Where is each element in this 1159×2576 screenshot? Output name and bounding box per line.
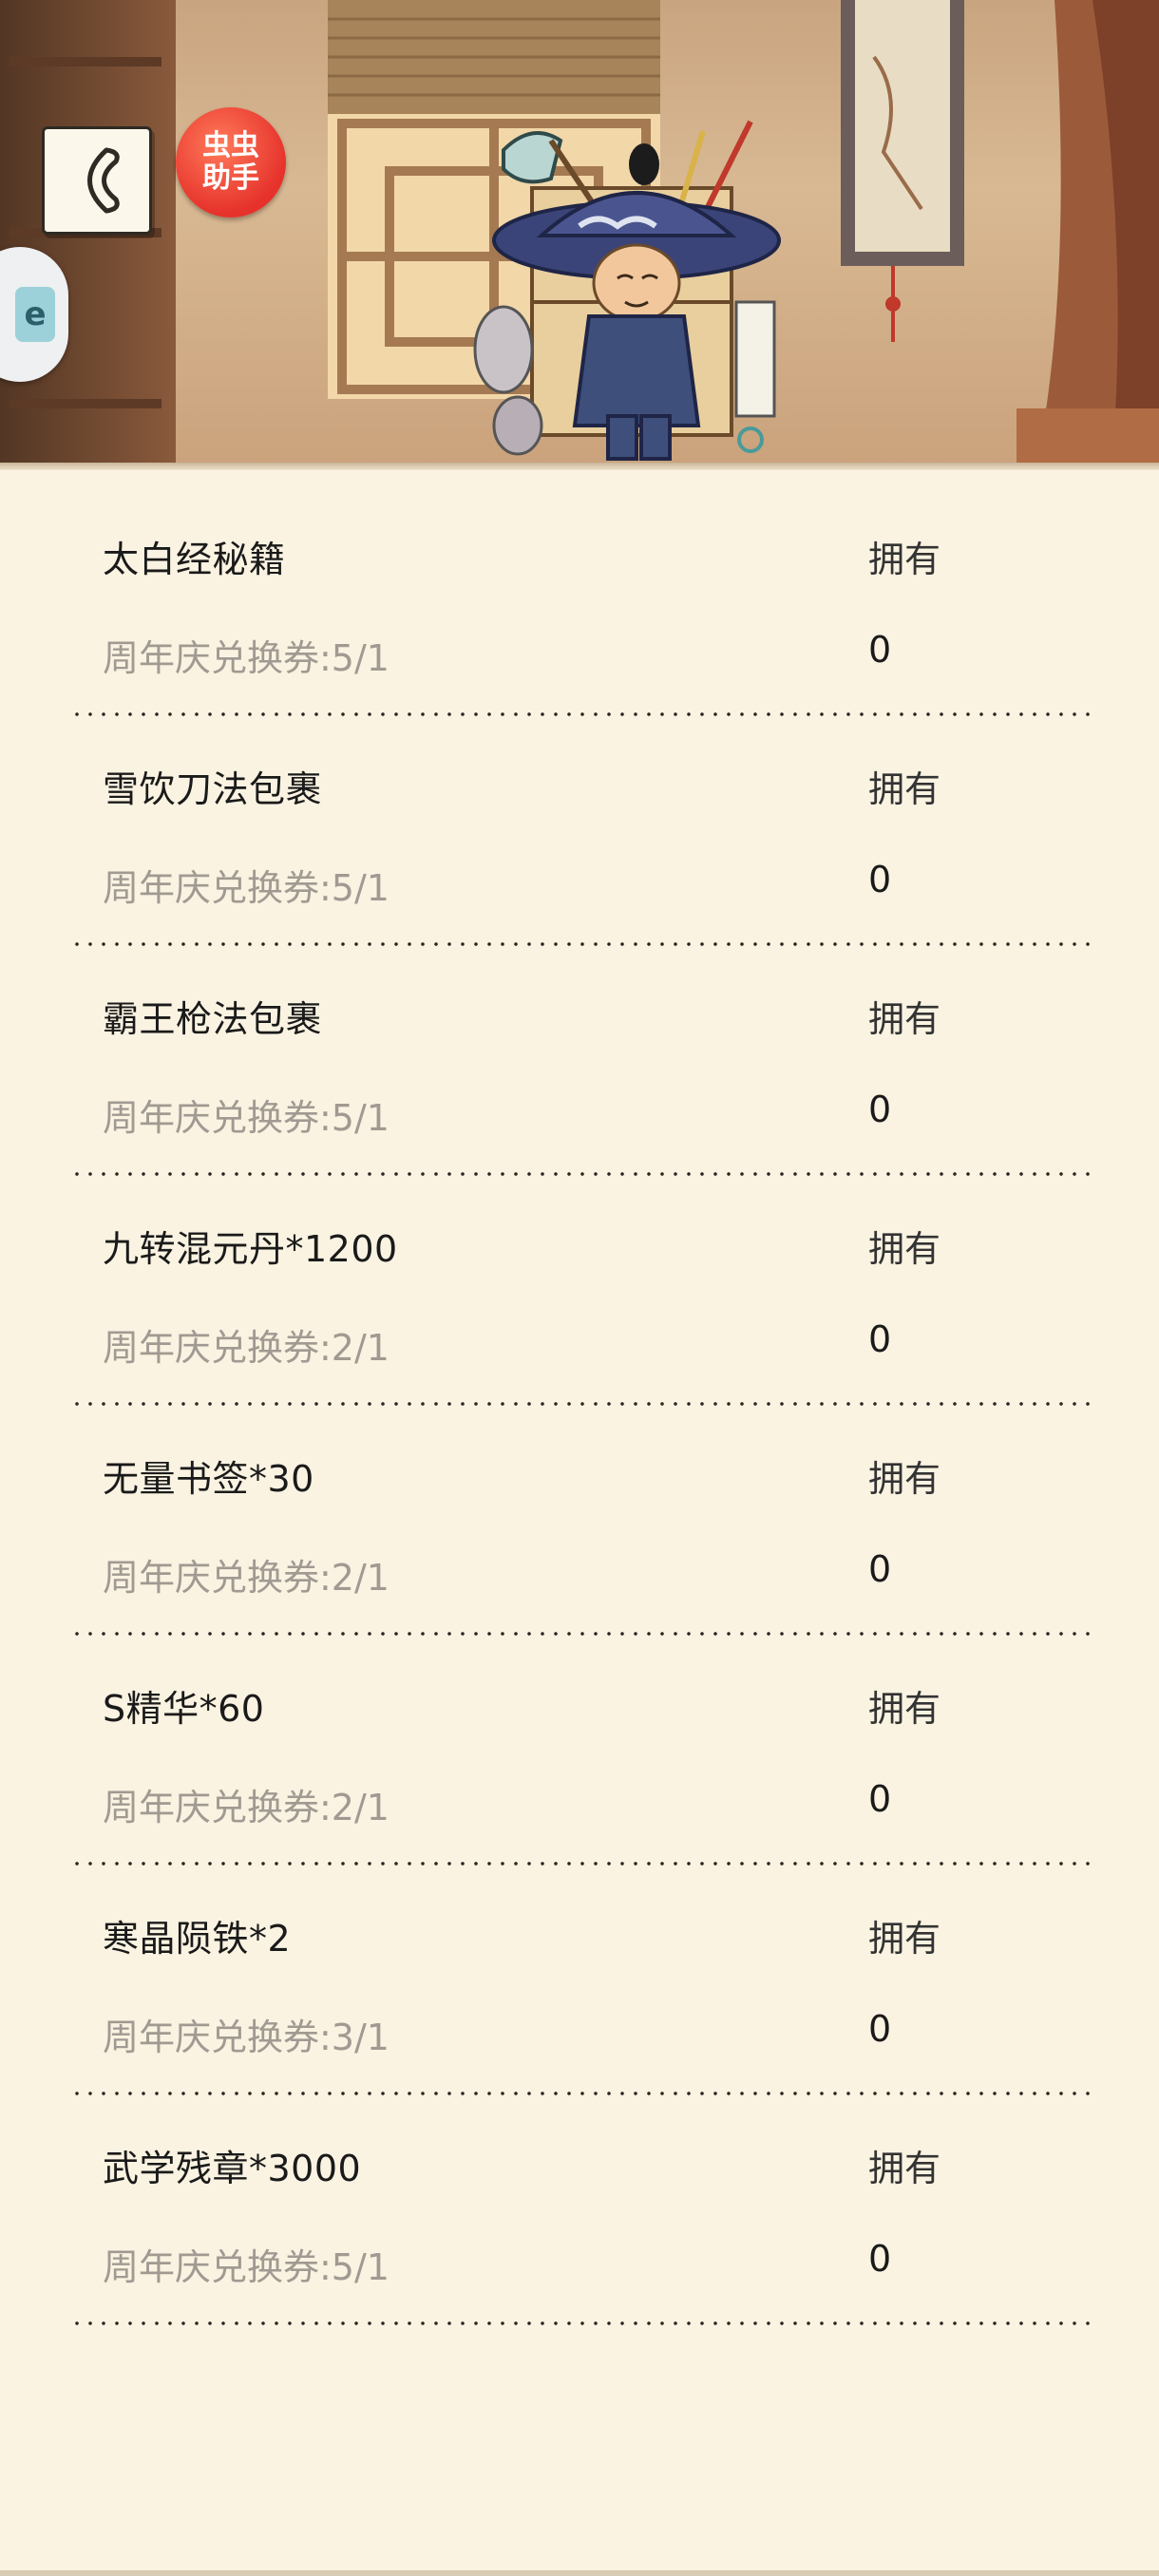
owned-label: 拥有: [868, 1228, 941, 1270]
list-item[interactable]: 武学残章*3000 拥有 周年庆兑换券:5/1 0: [0, 2084, 1159, 2326]
item-name: 武学残章*3000: [103, 2148, 362, 2189]
item-cost: 周年庆兑换券:2/1: [103, 1557, 390, 1599]
item-name: 霸王枪法包裹: [103, 998, 323, 1040]
owned-label: 拥有: [868, 998, 941, 1040]
item-name: 寒晶陨铁*2: [103, 1918, 292, 1960]
item-cost: 周年庆兑换券:2/1: [103, 1787, 390, 1828]
owned-value: 0: [868, 1778, 892, 1820]
side-tab-glyph: e: [15, 287, 55, 342]
list-item[interactable]: 无量书签*30 拥有 周年庆兑换券:2/1 0: [0, 1394, 1159, 1637]
list-item[interactable]: 霸王枪法包裹 拥有 周年庆兑换券:5/1 0: [0, 935, 1159, 1177]
owned-label: 拥有: [868, 1458, 941, 1500]
helper-badge-line-1: 虫虫: [202, 129, 259, 162]
item-cost: 周年庆兑换券:5/1: [103, 867, 390, 909]
item-name: 九转混元丹*1200: [103, 1228, 398, 1270]
item-name: 无量书签*30: [103, 1458, 314, 1500]
item-cost: 周年庆兑换券:2/1: [103, 1327, 390, 1369]
banner-edge: [0, 463, 1159, 470]
item-cost: 周年庆兑换券:5/1: [103, 1097, 390, 1139]
side-tab-icon[interactable]: e: [0, 247, 68, 382]
owned-value: 0: [868, 859, 892, 900]
list-item[interactable]: 九转混元丹*1200 拥有 周年庆兑换券:2/1 0: [0, 1165, 1159, 1407]
owned-value: 0: [868, 1318, 892, 1360]
owned-label: 拥有: [868, 539, 941, 580]
list-item[interactable]: 太白经秘籍 拥有 周年庆兑换券:5/1 0: [0, 475, 1159, 717]
list-item[interactable]: S精华*60 拥有 周年庆兑换券:2/1 0: [0, 1624, 1159, 1866]
owned-value: 0: [868, 1548, 892, 1590]
dotted-divider: [70, 2320, 1091, 2326]
owned-value: 0: [868, 629, 892, 671]
owned-label: 拥有: [868, 768, 941, 810]
item-cost: 周年庆兑换券:3/1: [103, 2017, 390, 2058]
item-cost: 周年庆兑换券:5/1: [103, 637, 390, 679]
item-name: 太白经秘籍: [103, 539, 286, 580]
owned-label: 拥有: [868, 1918, 941, 1960]
merchant-character-illustration: [473, 120, 781, 461]
owned-value: 0: [868, 2008, 892, 2050]
helper-badge-line-2: 助手: [202, 161, 259, 195]
owned-label: 拥有: [868, 1688, 941, 1730]
header-banner: [0, 0, 1159, 470]
list-item[interactable]: 寒晶陨铁*2 拥有 周年庆兑换券:3/1 0: [0, 1854, 1159, 2096]
item-name: 雪饮刀法包裹: [103, 768, 323, 810]
item-cost: 周年庆兑换券:5/1: [103, 2246, 390, 2288]
list-item[interactable]: 雪饮刀法包裹 拥有 周年庆兑换券:5/1 0: [0, 705, 1159, 947]
bottom-edge: [0, 2570, 1159, 2576]
item-name: S精华*60: [103, 1688, 265, 1730]
back-arrow-icon: [87, 147, 120, 214]
owned-value: 0: [868, 2238, 892, 2280]
back-button[interactable]: [42, 126, 152, 235]
owned-label: 拥有: [868, 2148, 941, 2189]
owned-value: 0: [868, 1089, 892, 1130]
helper-badge-icon[interactable]: 虫虫 助手: [176, 107, 286, 218]
